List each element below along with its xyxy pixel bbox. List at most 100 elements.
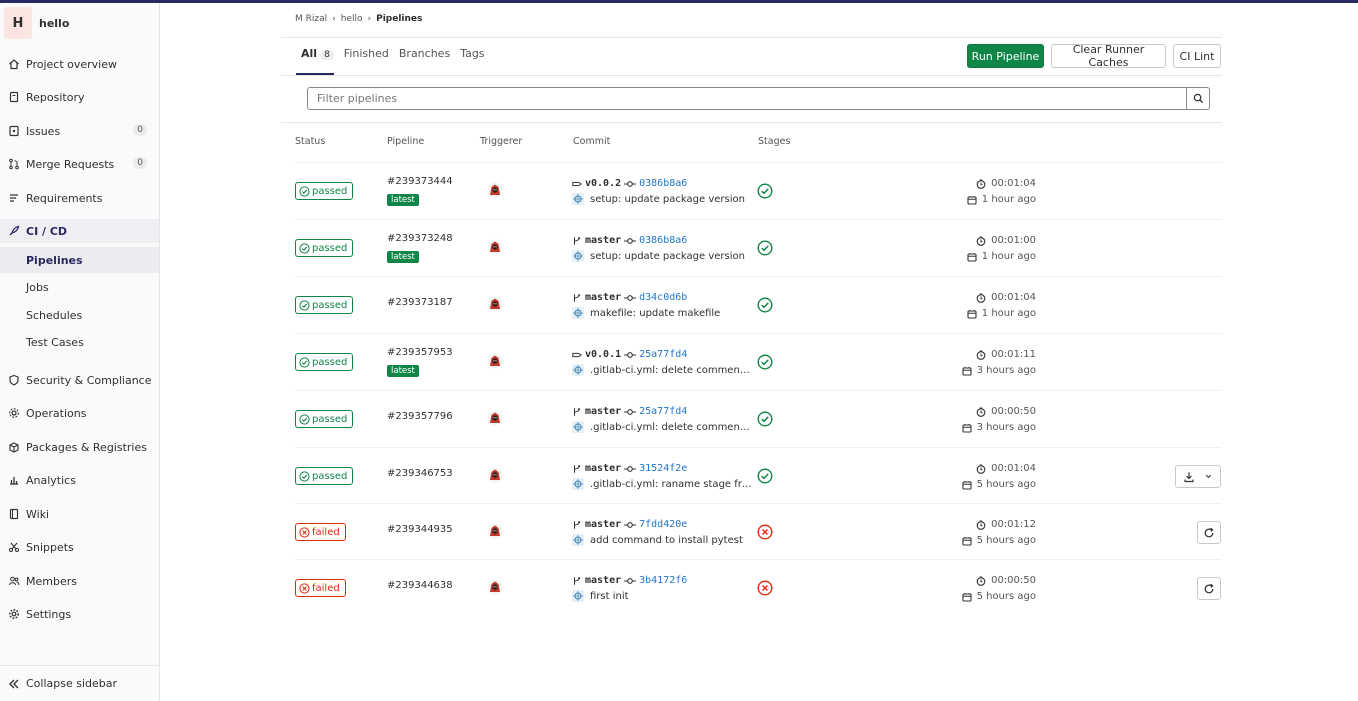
pipeline-id-link[interactable]: #239357953 [387, 347, 453, 358]
pipeline-stages [757, 183, 773, 202]
status-badge[interactable]: failed [295, 579, 346, 597]
sidebar-item-security-compliance[interactable]: Security & Compliance [0, 368, 159, 392]
sidebar-item-packages-registries[interactable]: Packages & Registries [0, 435, 159, 459]
project-header[interactable]: H hello [4, 7, 69, 39]
ref-name-link[interactable]: master [585, 463, 621, 474]
commit-sha-link[interactable]: 25a77fd4 [639, 349, 687, 360]
sidebar-item-members[interactable]: Members [0, 569, 159, 593]
ref-name-link[interactable]: master [585, 575, 621, 586]
commit-message-link[interactable]: setup: update package version [590, 194, 745, 205]
sidebar-item-repository[interactable]: Repository [0, 85, 159, 109]
tab-tags[interactable]: Tags [460, 47, 484, 60]
commit-sha-link[interactable]: 31524f2e [639, 463, 687, 474]
pipeline-id-link[interactable]: #239357796 [387, 411, 453, 422]
filter-pipelines-input[interactable]: Filter pipelines [307, 87, 1187, 110]
commit-sha-link[interactable]: 0386b8a6 [639, 178, 687, 189]
pipeline-id-link[interactable]: #239373248 [387, 233, 453, 244]
retry-pipeline-button[interactable] [1197, 577, 1221, 600]
commit-message-link[interactable]: setup: update package version [590, 251, 745, 262]
commit-message-link[interactable]: makefile: update makefile [590, 308, 720, 319]
collapse-sidebar-button[interactable]: Collapse sidebar [0, 665, 159, 701]
commit-message-link[interactable]: .gitlab-ci.yml: raname stage fro... [590, 479, 752, 490]
commit-message-link[interactable]: first init [590, 591, 629, 602]
ci-lint-button[interactable]: CI Lint [1173, 44, 1221, 68]
pipeline-id-link[interactable]: #239373444 [387, 176, 453, 187]
status-badge[interactable]: failed [295, 523, 346, 541]
clear-runner-caches-button[interactable]: Clear Runner Caches [1051, 43, 1166, 69]
pipeline-id-link[interactable]: #239344638 [387, 580, 453, 591]
triggerer-avatar[interactable] [487, 296, 503, 315]
tab-all[interactable]: All 8 [301, 47, 334, 60]
filter-search-button[interactable] [1186, 87, 1210, 110]
triggerer-avatar[interactable] [487, 467, 503, 486]
finished-text: 5 hours ago [976, 479, 1036, 490]
tab-finished[interactable]: Finished [344, 47, 389, 60]
sidebar-item-analytics[interactable]: Analytics [0, 468, 159, 492]
sidebar-subitem-jobs[interactable]: Jobs [0, 274, 159, 300]
stage-passed-icon[interactable] [757, 354, 773, 370]
check-circle-icon [299, 185, 310, 197]
sidebar-subitem-pipelines[interactable]: Pipelines [0, 247, 159, 273]
triggerer-avatar[interactable] [487, 410, 503, 429]
status-badge[interactable]: passed [295, 296, 354, 314]
stage-passed-icon[interactable] [757, 297, 773, 313]
stage-failed-icon[interactable] [757, 524, 773, 540]
breadcrumb-current[interactable]: Pipelines [376, 14, 422, 24]
retry-pipeline-button[interactable] [1197, 521, 1221, 544]
triggerer-avatar[interactable] [487, 579, 503, 598]
stage-passed-icon[interactable] [757, 183, 773, 199]
commit-sha-link[interactable]: 3b4172f6 [639, 575, 687, 586]
ref-name-link[interactable]: master [585, 235, 621, 246]
sidebar-item-merge-requests[interactable]: Merge Requests 0 [0, 152, 159, 176]
commit-sha-link[interactable]: 25a77fd4 [639, 406, 687, 417]
commit-message-link[interactable]: add command to install pytest [590, 535, 743, 546]
triggerer-avatar[interactable] [487, 353, 503, 372]
pipeline-finished-at: 1 hour ago [936, 308, 1036, 319]
sidebar-item-ci-cd[interactable]: CI / CD [0, 219, 159, 243]
commit-message-link[interactable]: .gitlab-ci.yml: delete comment;... [590, 422, 752, 433]
commit-sha-link[interactable]: d34c0d6b [639, 292, 687, 303]
triggerer-avatar[interactable] [487, 182, 503, 201]
sidebar-subitem-test-cases[interactable]: Test Cases [0, 329, 159, 355]
tab-branches[interactable]: Branches [399, 47, 450, 60]
sidebar-subitem-schedules[interactable]: Schedules [0, 302, 159, 328]
status-badge[interactable]: passed [295, 467, 354, 485]
ref-name-link[interactable]: master [585, 292, 621, 303]
stage-passed-icon[interactable] [757, 240, 773, 256]
sidebar-item-operations[interactable]: Operations [0, 401, 159, 425]
run-pipeline-button[interactable]: Run Pipeline [967, 44, 1044, 68]
breadcrumb-user[interactable]: M Rizal [295, 14, 327, 24]
sidebar-item-issues[interactable]: Issues 0 [0, 119, 159, 143]
commit-author-avatar-icon [572, 478, 584, 490]
breadcrumb-project[interactable]: hello [341, 14, 363, 24]
triggerer-avatar[interactable] [487, 523, 503, 542]
commit-sha-link[interactable]: 0386b8a6 [639, 235, 687, 246]
status-badge[interactable]: passed [295, 239, 354, 257]
commit-message-link[interactable]: .gitlab-ci.yml: delete comment;... [590, 365, 752, 376]
pipeline-id-link[interactable]: #239346753 [387, 468, 453, 479]
finished-text: 3 hours ago [976, 422, 1036, 433]
commit-ref: v0.0.1 25a77fd4 [572, 349, 687, 360]
ref-name-link[interactable]: v0.0.1 [585, 349, 621, 360]
ref-name-link[interactable]: master [585, 406, 621, 417]
sidebar-item-wiki[interactable]: Wiki [0, 502, 159, 526]
status-badge[interactable]: passed [295, 410, 354, 428]
stage-failed-icon[interactable] [757, 580, 773, 596]
ref-name-link[interactable]: v0.0.2 [585, 178, 621, 189]
ref-name-link[interactable]: master [585, 519, 621, 530]
commit-sha-link[interactable]: 7fdd420e [639, 519, 687, 530]
sidebar-item-project-overview[interactable]: Project overview [0, 52, 159, 76]
sidebar-item-snippets[interactable]: Snippets [0, 535, 159, 559]
sidebar-item-requirements[interactable]: Requirements [0, 186, 159, 210]
artifacts-download-dropdown[interactable] [1175, 465, 1221, 488]
sidebar-item-settings[interactable]: Settings [0, 602, 159, 626]
triggerer-avatar[interactable] [487, 239, 503, 258]
status-badge[interactable]: passed [295, 182, 354, 200]
pipeline-id-link[interactable]: #239344935 [387, 524, 453, 535]
stage-passed-icon[interactable] [757, 468, 773, 484]
status-badge[interactable]: passed [295, 353, 354, 371]
doc-icon [9, 91, 19, 103]
pipeline-id-link[interactable]: #239373187 [387, 297, 453, 308]
pipeline-duration: 00:01:11 [936, 349, 1036, 360]
stage-passed-icon[interactable] [757, 411, 773, 427]
